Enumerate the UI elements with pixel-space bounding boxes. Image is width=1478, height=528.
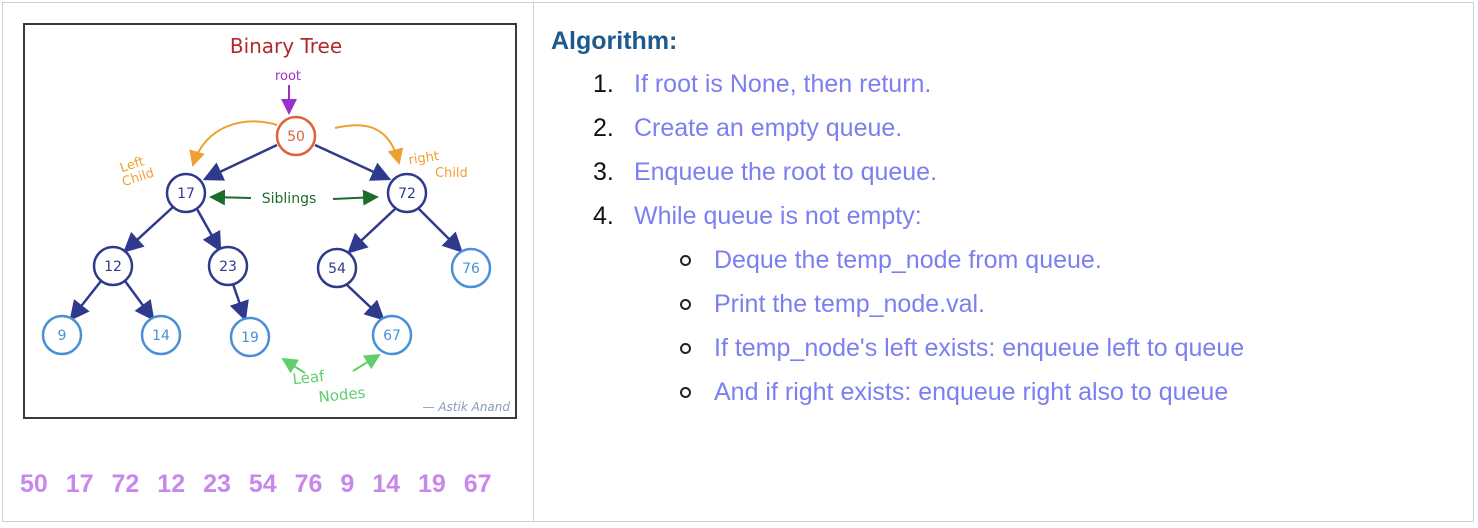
order-value: 50 [20, 470, 48, 498]
siblings-left-arrow [209, 189, 252, 206]
edge-72-76 [418, 208, 463, 253]
node-76: 76 [450, 247, 492, 289]
svg-text:12: 12 [104, 259, 122, 275]
edge-50-72 [314, 143, 392, 181]
right-child-annotation-line2: Child [435, 166, 468, 181]
siblings-annotation: Siblings [262, 191, 317, 207]
svg-text:17: 17 [177, 186, 195, 202]
edge-23-19 [229, 283, 249, 322]
node-19: 19 [229, 316, 271, 358]
svg-text:67: 67 [383, 328, 401, 344]
leaf-annotation-line1: Leaf [292, 367, 326, 388]
circle-bullet-icon [680, 299, 691, 310]
edge-12-9 [69, 280, 102, 321]
order-value: 72 [111, 470, 140, 498]
step-text: If root is None, then return. [634, 70, 932, 98]
order-value: 17 [65, 470, 94, 498]
svg-text:54: 54 [328, 261, 346, 277]
order-value: 14 [372, 470, 401, 498]
circle-bullet-icon [680, 255, 691, 266]
edge-12-14 [123, 280, 155, 322]
svg-text:50: 50 [287, 129, 305, 145]
node-67: 67 [371, 314, 413, 356]
step-number: 3. [593, 158, 614, 186]
siblings-right-arrow [332, 189, 379, 206]
order-value: 67 [463, 470, 492, 498]
node-12: 12 [92, 245, 134, 287]
svg-text:76: 76 [462, 261, 480, 277]
order-value: 9 [340, 470, 355, 498]
tree-svg: Binary Tree root Left Child right Child … [41, 34, 511, 414]
edge-17-23 [195, 208, 222, 253]
binary-tree-diagram: Binary Tree root Left Child right Child … [23, 23, 517, 419]
svg-text:14: 14 [152, 328, 170, 344]
root-annotation: root [275, 69, 301, 84]
step-text: While queue is not empty: [634, 202, 922, 230]
svg-text:72: 72 [398, 186, 416, 202]
leaf-annotation-line2: Nodes [318, 383, 367, 406]
step-text: Create an empty queue. [634, 114, 903, 142]
author-signature: — Astik Anand [423, 400, 511, 414]
order-value: 76 [294, 470, 323, 498]
edge-54-67 [346, 284, 385, 321]
node-72: 72 [386, 172, 428, 214]
substep-text: Deque the temp_node from queue. [714, 246, 1102, 274]
svg-text:23: 23 [219, 259, 237, 275]
circle-bullet-icon [680, 343, 691, 354]
substep-text: Print the temp_node.val. [714, 290, 985, 318]
order-value: 12 [157, 470, 186, 498]
node-17: 17 [165, 172, 207, 214]
leaf-right-arrow [352, 353, 381, 372]
node-9: 9 [41, 314, 83, 356]
traversal-order: 50 17 72 12 23 54 76 9 14 19 67 [20, 470, 503, 506]
node-23: 23 [207, 245, 249, 287]
svg-text:9: 9 [58, 328, 67, 344]
column-divider [533, 2, 534, 522]
svg-text:19: 19 [241, 330, 259, 346]
order-value: 23 [203, 470, 231, 498]
step-number: 4. [593, 202, 614, 230]
edge-17-12 [123, 206, 174, 253]
substep-text: If temp_node's left exists: enqueue left… [714, 334, 1245, 362]
node-50: 50 [275, 115, 317, 157]
diagram-title: Binary Tree [230, 34, 342, 58]
step-number: 1. [593, 70, 614, 98]
step-number: 2. [593, 114, 614, 142]
node-14: 14 [140, 314, 182, 356]
left-child-arrow [189, 120, 278, 167]
step-text: Enqueue the root to queue. [634, 158, 938, 186]
edge-50-17 [202, 143, 278, 181]
order-value: 19 [417, 470, 446, 498]
substep-text: And if right exists: enqueue right also … [714, 378, 1229, 406]
edge-72-54 [347, 208, 396, 254]
node-54: 54 [316, 247, 358, 289]
circle-bullet-icon [680, 387, 691, 398]
algorithm-title: Algorithm: [551, 27, 678, 55]
order-value: 54 [248, 470, 277, 498]
